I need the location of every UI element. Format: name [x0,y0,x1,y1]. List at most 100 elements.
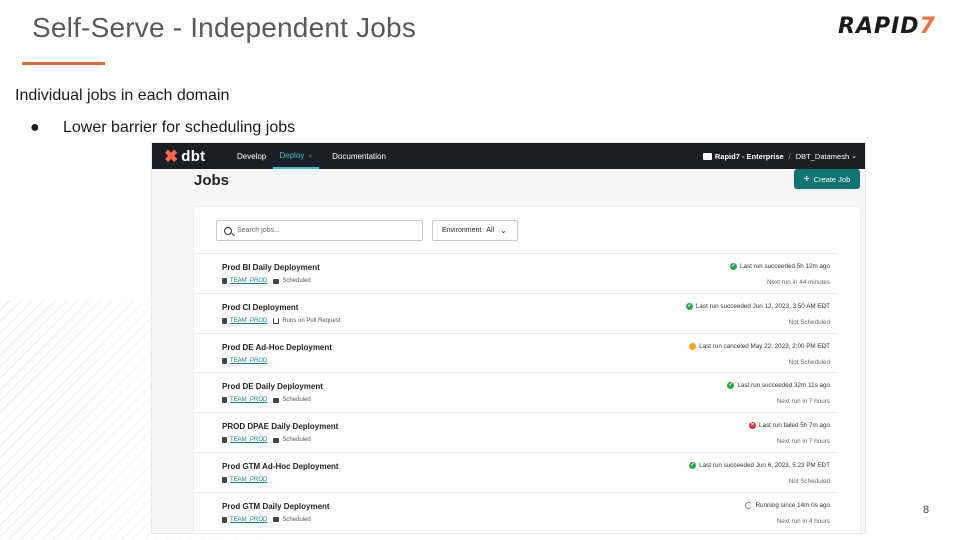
calendar-icon [273,278,280,284]
database-icon [222,437,227,444]
nav-develop[interactable]: Develop [237,143,266,169]
environment-filter[interactable]: Environment All ⌄ [432,220,518,241]
job-trigger: Scheduled [282,516,311,523]
bullet-marker: ● [30,119,40,136]
chevron-down-icon: ⌄ [307,152,314,159]
nav-deploy-label: Deploy [279,150,305,160]
page-number: 8 [923,504,930,516]
dbt-screenshot: ✖ dbt Develop Deploy ⌄ Documentation Rapi… [152,143,865,533]
job-meta: TEAM_PROD Scheduled [222,516,311,523]
create-job-label: Create Job [813,174,851,184]
job-status-text: Last run succeeded Jun 12, 2023, 3:50 AM… [695,302,830,310]
job-name[interactable]: Prod GTM Daily Deployment [222,502,330,511]
rapid7-logo: RAPID7 [838,14,936,39]
chevron-down-icon[interactable]: ⌄ [851,152,857,160]
job-name[interactable]: Prod DE Daily Deployment [222,382,323,391]
job-status: ✕ Last run failed 5h 7m ago [748,422,830,430]
database-icon [222,317,227,324]
job-trigger: Scheduled [282,437,311,444]
job-status-text: Running since 14m 0s ago [755,501,830,509]
job-status-text: Last run canceled May 22, 2023, 2:00 PM … [699,342,830,350]
job-status-text: Last run succeeded 32m 11s ago [737,382,830,390]
project-name[interactable]: DBT_Datamesh [796,152,849,161]
nav-documentation[interactable]: Documentation [332,143,386,169]
job-status: ✓ Last run succeeded 5h 12m ago [730,263,830,270]
job-meta: TEAM_PROD Scheduled [222,437,311,444]
job-name[interactable]: Prod BI Daily Deployment [222,263,320,272]
job-row[interactable]: Prod CI Deployment TEAM_PROD Runs on Pull … [194,292,838,333]
database-icon [222,476,227,483]
job-status: Last run canceled May 22, 2023, 2:00 PM … [689,342,830,350]
bullet-text: Lower barrier for scheduling jobs [63,119,296,136]
job-next-run: Not Scheduled [788,318,830,326]
job-meta: TEAM_PROD [222,476,273,483]
job-row[interactable]: Prod GTM Daily Deployment TEAM_PROD Schedu… [194,491,838,532]
job-row[interactable]: Prod DE Daily Deployment TEAM_PROD Schedul… [194,372,838,412]
job-next-run: Next run in 7 hours [776,438,830,446]
job-status: Running since 14m 0s ago [745,501,830,509]
jobs-panel: Search jobs... Environment All ⌄ Prod BI… [194,207,860,533]
search-input[interactable]: Search jobs... [216,220,423,241]
job-status: ✓ Last run succeeded Jun 12, 2023, 3:50 A… [685,302,830,310]
org-name[interactable]: Rapid7 - Enterprise [715,152,784,161]
job-next-run: Not Scheduled [788,477,830,485]
search-icon [224,226,232,235]
job-environment-link[interactable]: TEAM_PROD [230,318,267,324]
status-succeeded-icon: ✓ [727,382,735,390]
job-environment-link[interactable]: TEAM_PROD [230,517,267,523]
calendar-icon [273,517,280,523]
plus-icon: + [803,173,810,185]
dbt-x-icon: ✖ [164,146,179,166]
job-next-run: Next run in 44 minutes [767,279,830,286]
job-environment-link[interactable]: TEAM_PROD [230,278,267,284]
job-trigger: Runs on Pull Request [282,317,341,324]
job-meta: TEAM_PROD [222,357,273,364]
top-nav: ✖ dbt Develop Deploy ⌄ Documentation Rapi… [152,143,865,169]
job-row[interactable]: PROD DPAE Daily Deployment TEAM_PROD Sched… [194,412,838,452]
environment-value: All [486,227,495,234]
job-environment-link[interactable]: TEAM_PROD [230,437,267,443]
job-name[interactable]: Prod CI Deployment [222,303,298,312]
breadcrumb-separator: / [788,151,791,161]
bullet-item: ● Lower barrier for scheduling jobs [30,119,295,137]
job-list: Prod BI Daily Deployment TEAM_PROD Schedul… [194,253,838,532]
nav-deploy[interactable]: Deploy ⌄ [273,143,320,169]
chevron-down-icon: ⌄ [500,226,507,235]
status-succeeded-icon: ✓ [730,263,738,270]
job-status-text: Last run failed 5h 7m ago [758,422,830,430]
job-name[interactable]: Prod GTM Ad-Hoc Deployment [222,462,339,471]
status-succeeded-icon: ✓ [689,461,697,469]
database-icon [222,357,227,364]
job-status: ✓ Last run succeeded 32m 11s ago [727,382,830,390]
status-canceled-icon [689,342,697,350]
job-trigger: Scheduled [282,397,311,404]
job-status-text: Last run succeeded Jun 6, 2023, 5:23 PM … [699,461,830,469]
job-row[interactable]: Prod BI Daily Deployment TEAM_PROD Schedul… [194,253,838,293]
page-title: Jobs [194,172,230,189]
job-trigger: Scheduled [282,278,311,284]
job-status-text: Last run succeeded 5h 12m ago [740,263,830,270]
logo-text: RAPID [838,14,920,39]
job-environment-link[interactable]: TEAM_PROD [230,358,267,364]
database-icon [222,516,227,523]
search-placeholder: Search jobs... [237,227,280,234]
calendar-icon [273,437,280,443]
job-environment-link[interactable]: TEAM_PROD [230,477,267,483]
job-row[interactable]: Prod DE Ad-Hoc Deployment TEAM_PROD Last r… [194,332,838,373]
pull-request-icon [273,317,280,324]
database-icon [222,397,227,404]
account-breadcrumb: Rapid7 - Enterprise / DBT_Datamesh ⌄ [702,143,857,169]
logo-accent: 7 [919,14,936,39]
job-environment-link[interactable]: TEAM_PROD [230,397,267,403]
job-next-run: Not Scheduled [788,358,830,366]
status-failed-icon: ✕ [748,422,756,430]
status-succeeded-icon: ✓ [685,302,693,310]
job-row[interactable]: Prod GTM Ad-Hoc Deployment TEAM_PROD ✓ Last… [194,451,838,492]
dbt-logo[interactable]: ✖ dbt [164,148,224,165]
calendar-icon [273,397,280,403]
job-name[interactable]: Prod DE Ad-Hoc Deployment [222,343,332,352]
job-name[interactable]: PROD DPAE Daily Deployment [222,422,338,431]
intro-text: Individual jobs in each domain [15,87,230,104]
status-running-icon [745,501,753,509]
create-job-button[interactable]: + Create Job [794,169,860,189]
